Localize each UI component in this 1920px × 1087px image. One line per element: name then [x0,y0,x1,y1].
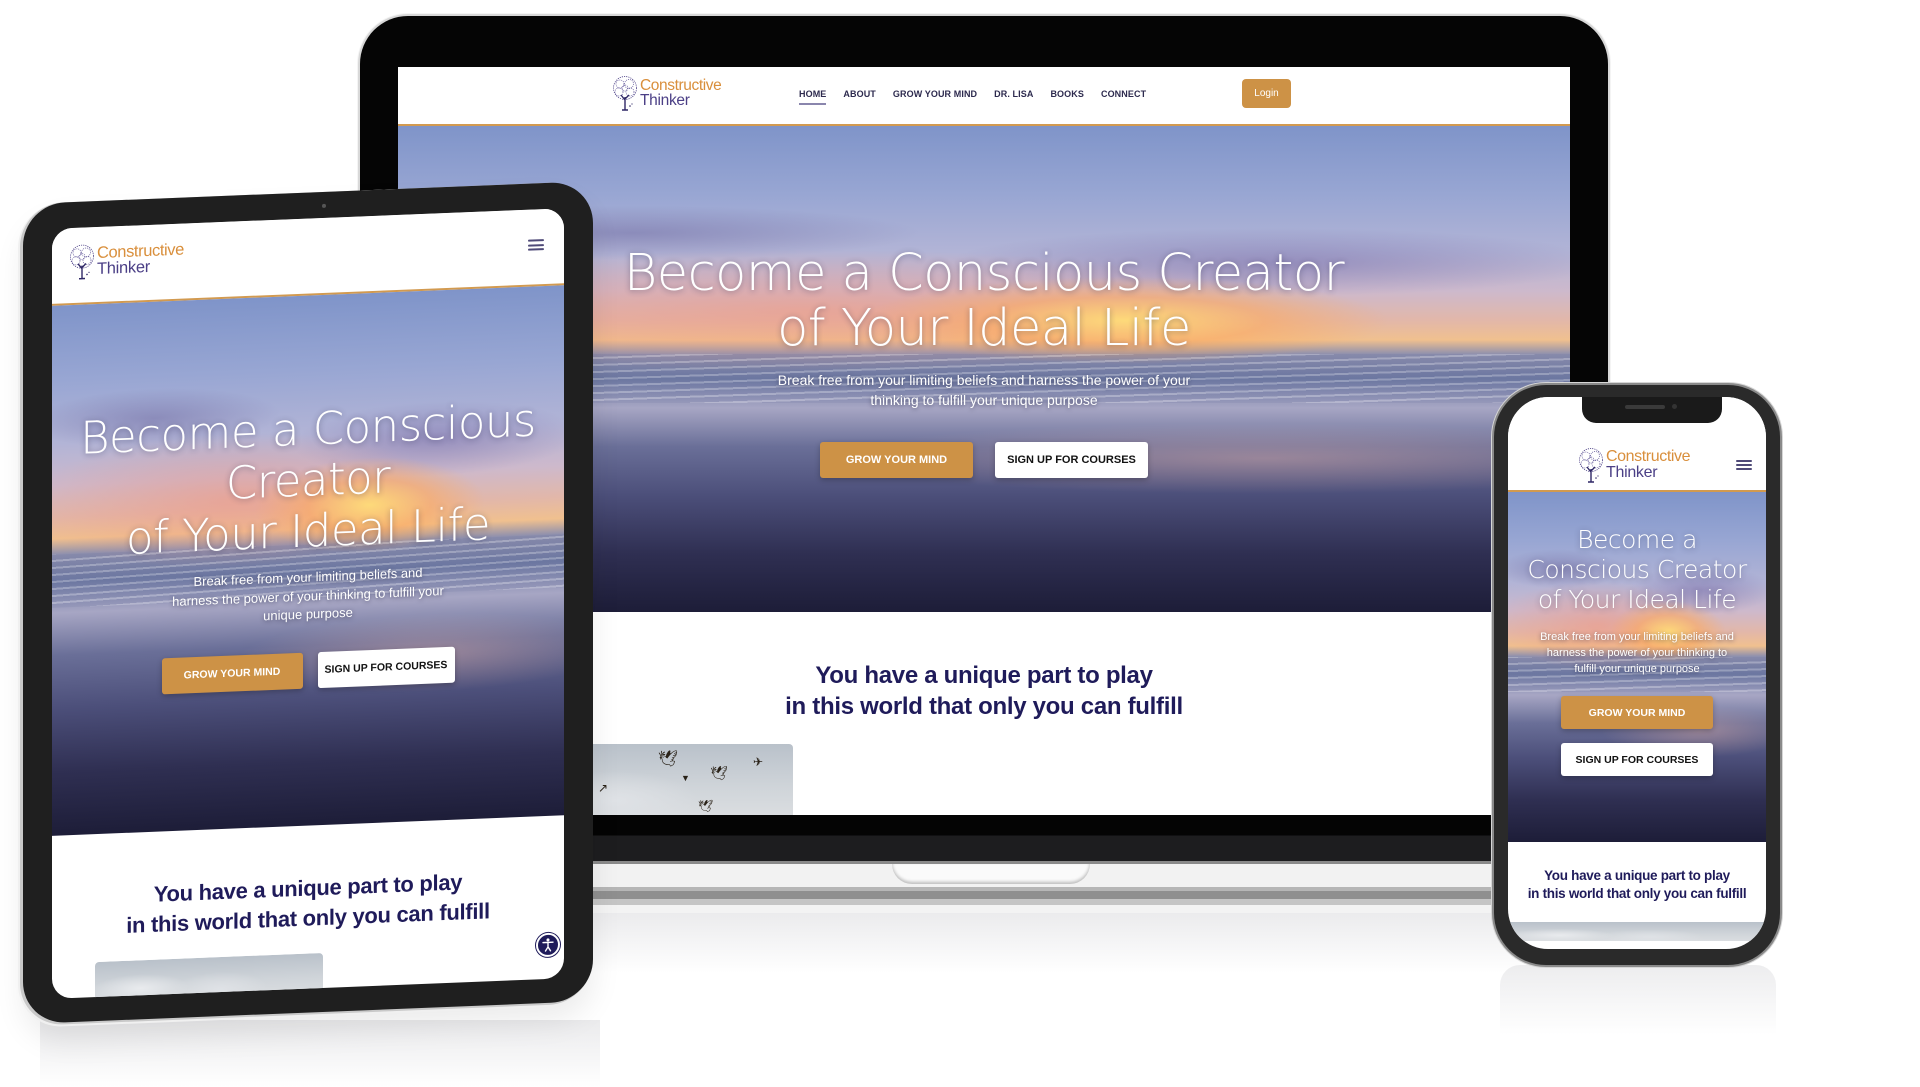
nav-item-home[interactable]: HOME [799,89,827,105]
accessibility-icon [542,938,554,952]
hero-title: Become a Conscious Creator of Your Ideal… [1508,525,1766,615]
phone-speaker [1625,405,1665,409]
grow-your-mind-button[interactable]: GROW YOUR MIND [1561,696,1713,729]
brand-line2: Thinker [640,92,690,109]
brand-logo[interactable]: Constructive Thinker [1576,447,1691,483]
hero-content: Become a Conscious Creator of Your Ideal… [398,246,1570,478]
hero-section: Become a Conscious Creator of Your Ideal… [1508,492,1766,842]
nav-item-books[interactable]: BOOKS [1050,89,1084,105]
nav-item-grow-your-mind[interactable]: GROW YOUR MIND [893,89,977,105]
hero-content: Become a Conscious Creator of Your Ideal… [1508,525,1766,776]
hero-buttons: GROW YOUR MIND SIGN UP FOR COURSES [398,442,1570,478]
hero-subtitle-line: Break free from your limiting beliefs an… [1540,631,1734,643]
phone-camera [1672,404,1677,409]
hero-subtitle: Break free from your limiting beliefs an… [158,563,458,631]
laptop-trackpad-notch [892,864,1090,884]
hero-subtitle: Break free from your limiting beliefs an… [1516,629,1758,677]
sign-up-for-courses-button[interactable]: SIGN UP FOR COURSES [995,442,1148,478]
sign-up-for-courses-button[interactable]: SIGN UP FOR COURSES [317,646,455,688]
phone-notch [1582,397,1722,423]
grow-your-mind-button[interactable]: GROW YOUR MIND [161,652,303,694]
bird-icon: 🕊 [698,799,714,813]
hero-subtitle-line: Break free from your limiting beliefs an… [777,372,1191,388]
sign-up-for-courses-button[interactable]: SIGN UP FOR COURSES [1561,743,1713,776]
hero-subtitle-line: fulfill your unique purpose [1574,663,1700,675]
intro-heading-line: You have a unique part to play [1544,868,1730,883]
tree-logo-icon [67,243,97,280]
grow-your-mind-button[interactable]: GROW YOUR MIND [820,442,973,478]
nav-item-connect[interactable]: CONNECT [1101,89,1146,105]
accessibility-button[interactable] [536,932,560,958]
bird-icon: ↗ [598,781,609,795]
bird-icon: ▼ [681,773,690,783]
brand-name: Constructive Thinker [640,76,722,109]
brand-line1: Constructive [640,76,722,94]
tree-logo-icon [1576,447,1606,483]
desktop-header: Constructive Thinker HOME ABOUT GROW YOU… [398,67,1570,126]
hero-subtitle-line: harness the power of your thinking to [1546,647,1728,659]
intro-heading: You have a unique part to play in this w… [52,863,564,944]
brand-line2: Thinker [97,257,150,279]
tree-logo-icon [610,75,640,111]
hero-subtitle-line: thinking to fulfill your unique purpose [870,392,1098,408]
main-nav: HOME ABOUT GROW YOUR MIND DR. LISA BOOKS… [799,89,1146,105]
hamburger-icon[interactable] [1736,460,1752,470]
hero-title: Become a Conscious Creator of Your Ideal… [398,246,1570,356]
hero-title-line: of Your Ideal Life [777,299,1191,358]
hero-title-line: of Your Ideal Life [1537,585,1737,614]
mobile-site-screen: Constructive Thinker Become a Conscious … [1508,397,1766,949]
hero-buttons: GROW YOUR MIND SIGN UP FOR COURSES [1508,696,1766,776]
brand-name: Constructive Thinker [97,240,184,279]
login-button[interactable]: Login [1242,79,1291,108]
hero-buttons: GROW YOUR MIND SIGN UP FOR COURSES [52,642,564,699]
brand-line1: Constructive [1606,448,1691,465]
hero-title-line: Become a Conscious Creator [623,244,1345,303]
hero-title-line: Become a [1577,525,1697,554]
bird-icon: ✈ [753,755,764,769]
phone-reflection [1500,965,1776,1035]
intro-heading-line: in this world that only you can fulfill [1527,886,1747,901]
hero-title-line: Conscious Creator [1527,555,1747,584]
birds-sky-image [1508,922,1766,941]
brand-name: Constructive Thinker [1606,448,1691,481]
bird-icon: 🕊 [710,765,728,781]
nav-item-dr-lisa[interactable]: DR. LISA [994,89,1033,105]
tablet-reflection [40,1020,600,1087]
bird-icon: 🕊 [658,751,679,768]
nav-item-about[interactable]: ABOUT [843,89,876,105]
hero-subtitle: Break free from your limiting beliefs an… [398,370,1570,410]
intro-heading: You have a unique part to play in this w… [1508,867,1766,903]
brand-logo[interactable]: Constructive Thinker [67,240,184,281]
brand-logo[interactable]: Constructive Thinker [610,75,722,111]
brand-line2: Thinker [1606,464,1658,481]
